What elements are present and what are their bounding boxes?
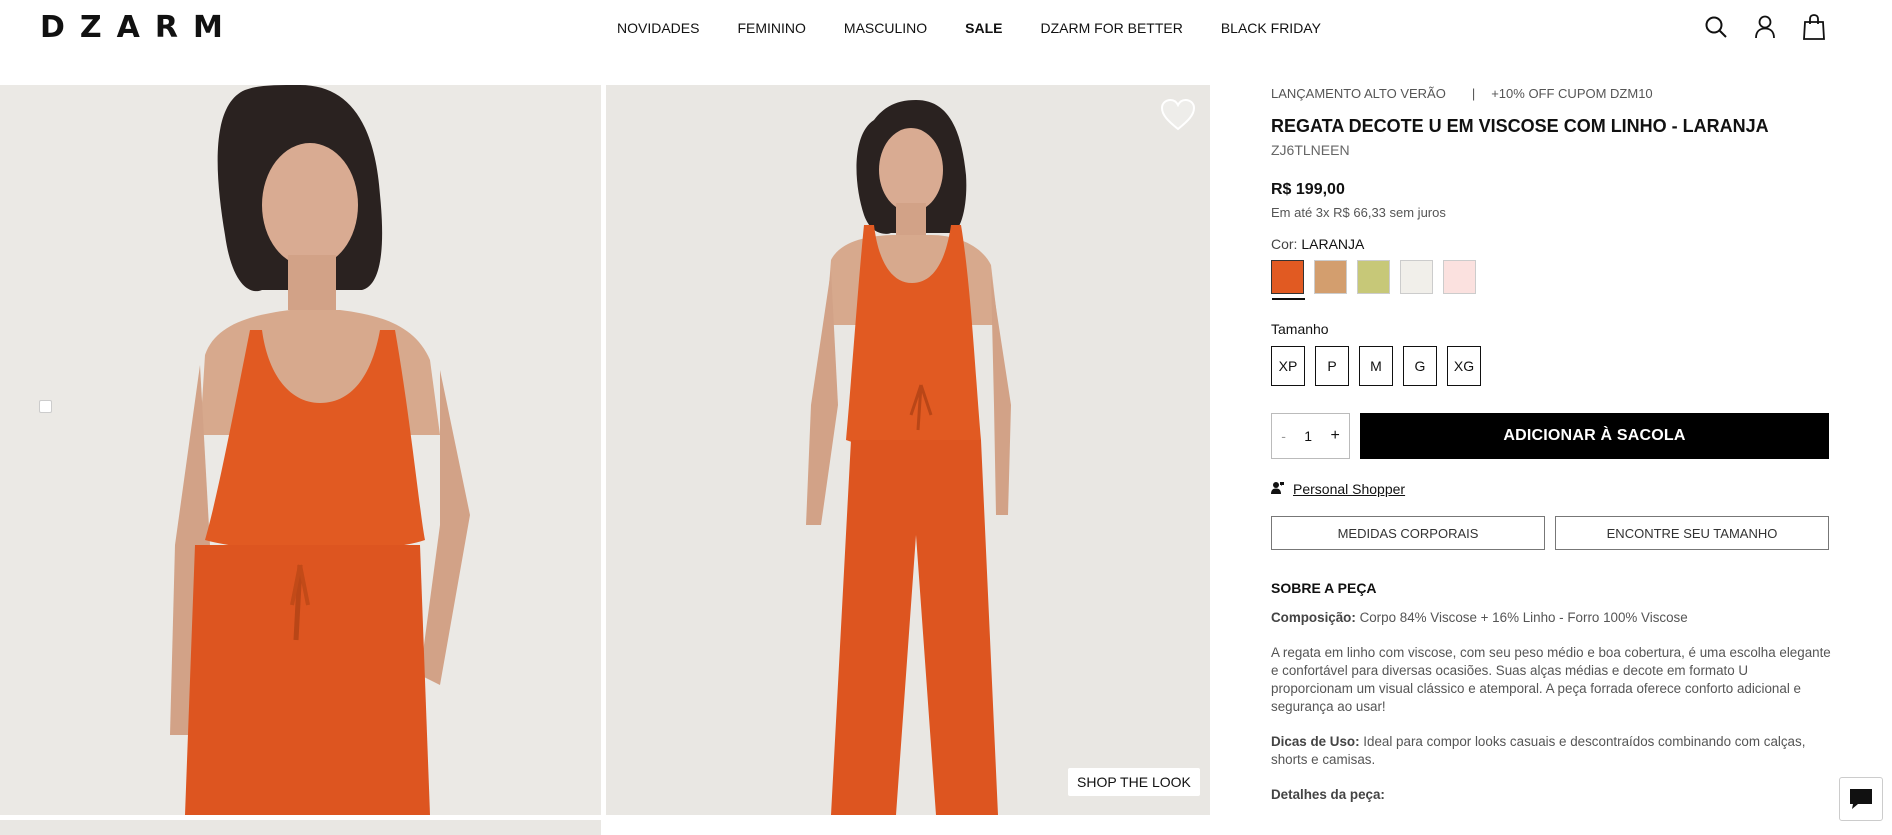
search-icon[interactable]: [1704, 14, 1728, 40]
swatch-rosa[interactable]: [1443, 260, 1476, 294]
color-value: LARANJA: [1301, 236, 1365, 252]
description-text: A regata em linho com viscose, com seu p…: [1271, 645, 1831, 714]
quantity-stepper: - 1 +: [1271, 413, 1350, 459]
add-to-bag-button[interactable]: ADICIONAR À SACOLA: [1360, 413, 1829, 459]
bag-icon[interactable]: [1802, 14, 1826, 40]
product-price: R$ 199,00: [1271, 181, 1345, 198]
personal-shopper-link[interactable]: Personal Shopper: [1293, 481, 1405, 497]
tag-coupon[interactable]: +10% OFF CUPOM DZM10: [1491, 86, 1652, 101]
header-actions: [1704, 14, 1826, 40]
swatch-laranja[interactable]: [1271, 260, 1305, 300]
size-label: Tamanho: [1271, 321, 1329, 337]
site-header: DZARM NOVIDADES FEMININO MASCULINO SALE …: [0, 0, 1892, 56]
size-option-xp[interactable]: XP: [1271, 346, 1305, 386]
size-option-p[interactable]: P: [1315, 346, 1349, 386]
details-text: Detalhes da peça:: [1271, 786, 1831, 804]
personal-shopper-icon: [1271, 481, 1285, 497]
usage-tips-text: Dicas de Uso: Ideal para compor looks ca…: [1271, 733, 1831, 769]
nav-item-feminino[interactable]: FEMININO: [737, 18, 805, 38]
nav-item-dzarm-for-better[interactable]: DZARM FOR BETTER: [1041, 18, 1183, 38]
swatch-verde[interactable]: [1357, 260, 1390, 294]
nav-item-sale[interactable]: SALE: [965, 18, 1002, 38]
color-label: Cor:: [1271, 236, 1298, 252]
composition-text: Composição: Corpo 84% Viscose + 16% Linh…: [1271, 609, 1831, 627]
quantity-increase-button[interactable]: +: [1330, 427, 1339, 445]
product-photo-front-full[interactable]: [606, 85, 1210, 815]
user-icon[interactable]: [1753, 14, 1777, 40]
about-section-title: SOBRE A PEÇA: [1271, 580, 1377, 596]
product-title: REGATA DECOTE U EM VISCOSE COM LINHO - L…: [1271, 116, 1769, 136]
size-options: XP P M G XG: [1271, 346, 1831, 386]
product-photo-front-closeup[interactable]: [0, 85, 601, 815]
color-swatches: [1271, 260, 1831, 300]
swatch-caramelo[interactable]: [1314, 260, 1347, 294]
size-option-m[interactable]: M: [1359, 346, 1393, 386]
usage-tips-label: Dicas de Uso:: [1271, 734, 1360, 749]
composition-value: Corpo 84% Viscose + 16% Linho - Forro 10…: [1359, 610, 1688, 625]
heart-icon[interactable]: [1160, 98, 1196, 132]
brand-logo[interactable]: DZARM: [40, 12, 238, 44]
shop-the-look-button[interactable]: SHOP THE LOOK: [1068, 768, 1200, 796]
buy-row: - 1 + ADICIONAR À SACOLA: [1271, 413, 1831, 459]
product-photo-next[interactable]: [0, 820, 601, 835]
nav-item-black-friday[interactable]: BLACK FRIDAY: [1221, 18, 1321, 38]
nav-item-masculino[interactable]: MASCULINO: [844, 18, 927, 38]
main-nav: NOVIDADES FEMININO MASCULINO SALE DZARM …: [617, 18, 1359, 38]
personal-shopper-row: Personal Shopper: [1271, 481, 1831, 497]
chat-icon[interactable]: [1839, 777, 1883, 821]
nav-item-novidades[interactable]: NOVIDADES: [617, 18, 699, 38]
tag-launch[interactable]: LANÇAMENTO ALTO VERÃO: [1271, 86, 1446, 101]
installments-text: Em até 3x R$ 66,33 sem juros: [1271, 205, 1446, 220]
tag-separator: |: [1471, 85, 1476, 101]
product-gallery: SHOP THE LOOK: [0, 85, 1210, 835]
body-measures-button[interactable]: MEDIDAS CORPORAIS: [1271, 516, 1545, 550]
find-size-button[interactable]: ENCONTRE SEU TAMANHO: [1555, 516, 1829, 550]
quantity-value[interactable]: 1: [1304, 428, 1312, 444]
size-option-xg[interactable]: XG: [1447, 346, 1481, 386]
product-info-panel: LANÇAMENTO ALTO VERÃO | +10% OFF CUPOM D…: [1271, 85, 1831, 804]
size-option-g[interactable]: G: [1403, 346, 1437, 386]
details-label: Detalhes da peça:: [1271, 787, 1385, 802]
quantity-decrease-button[interactable]: -: [1281, 428, 1286, 444]
color-label-row: Cor: LARANJA: [1271, 236, 1831, 252]
product-tags: LANÇAMENTO ALTO VERÃO | +10% OFF CUPOM D…: [1271, 85, 1831, 101]
measure-buttons: MEDIDAS CORPORAIS ENCONTRE SEU TAMANHO: [1271, 516, 1831, 550]
product-sku: ZJ6TLNEEN: [1271, 142, 1350, 158]
gallery-slider-dot[interactable]: [39, 400, 52, 413]
composition-label: Composição:: [1271, 610, 1356, 625]
swatch-off-white[interactable]: [1400, 260, 1433, 294]
